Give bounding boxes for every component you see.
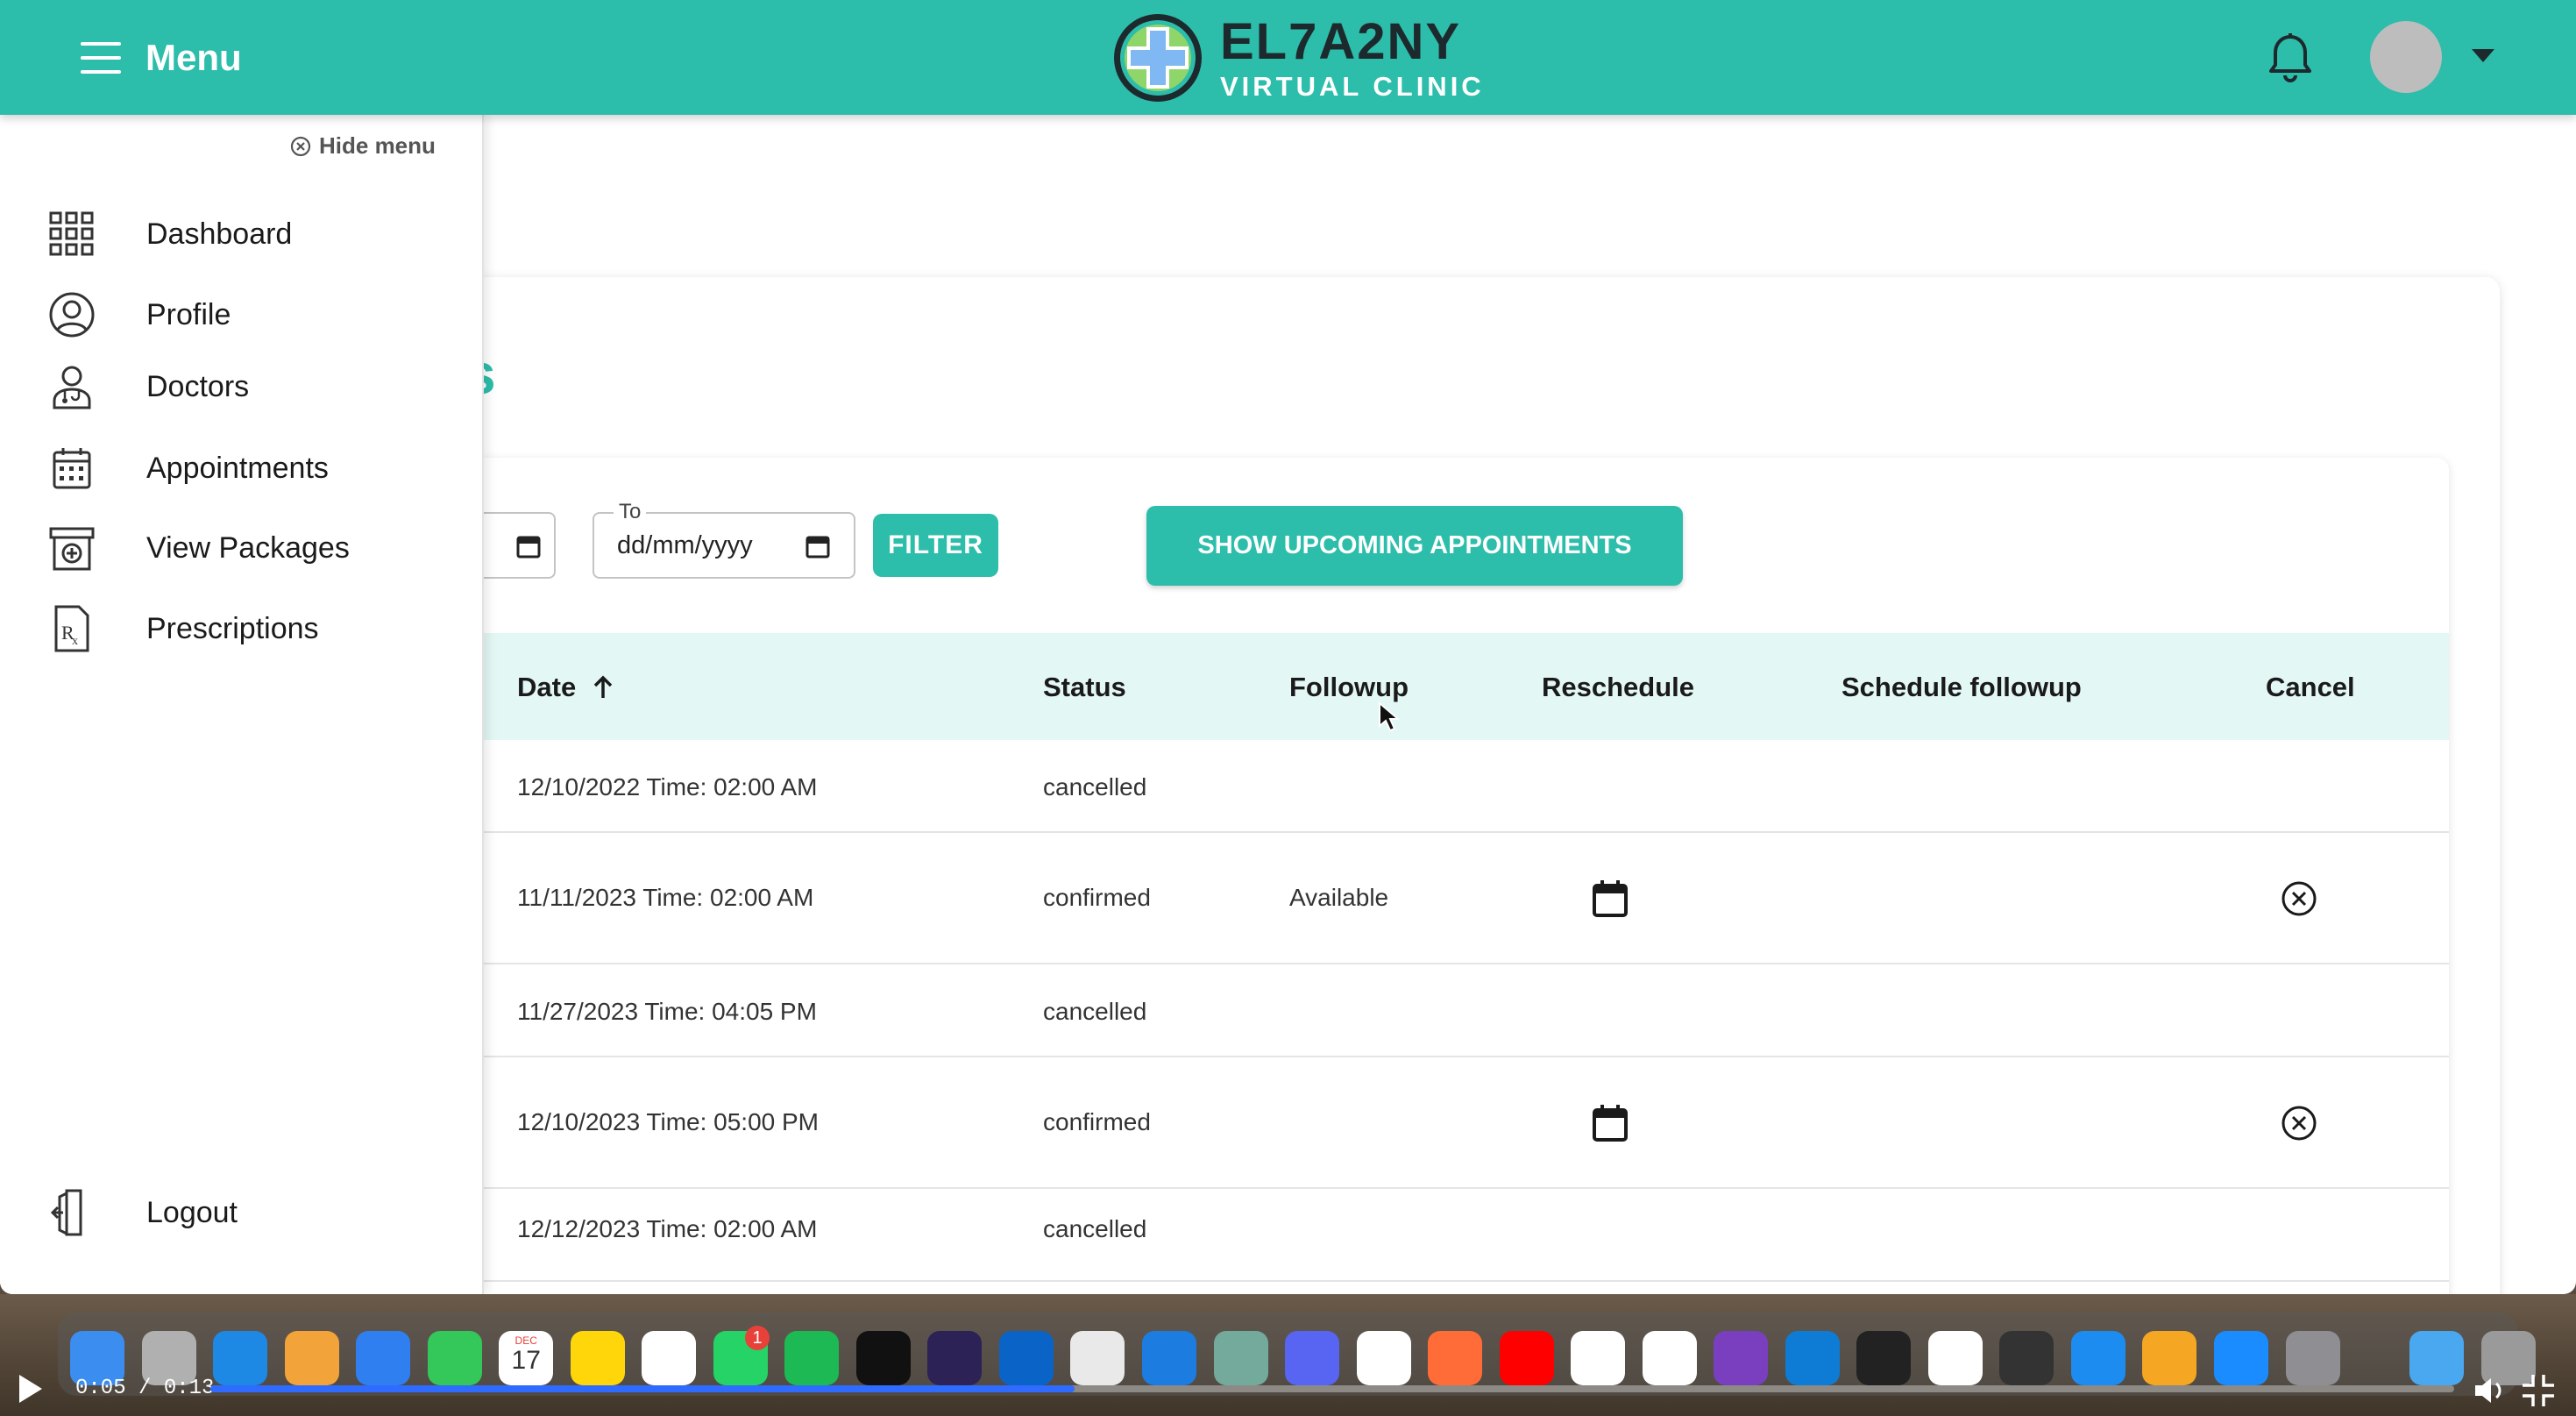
- reschedule-calendar-icon[interactable]: [1590, 879, 1630, 919]
- sort-ascending-icon[interactable]: [593, 675, 614, 700]
- menu-label: Menu: [145, 37, 242, 78]
- top-bar: Menu EL7A2NY VIRTUAL CLINIC: [0, 0, 2576, 115]
- appointment-status: confirmed: [1043, 884, 1151, 911]
- to-date-value: dd/mm/yyyy: [617, 531, 753, 559]
- table-row: 12/10/2022 Time: 02:00 AM cancelled: [484, 740, 2449, 833]
- hamburger-icon: [81, 40, 123, 75]
- sidebar-item-label: Profile: [146, 297, 231, 331]
- video-player-controls: 0:05 / 0:13: [0, 1364, 2576, 1416]
- brand-title: EL7A2NY: [1220, 12, 1462, 70]
- exit-fullscreen-icon[interactable]: [2519, 1371, 2558, 1410]
- appointment-status: confirmed: [1043, 1108, 1151, 1135]
- video-time: 0:05 / 0:13: [75, 1377, 215, 1400]
- reschedule-calendar-icon[interactable]: [1590, 1103, 1630, 1143]
- sidebar-item-label: Prescriptions: [146, 611, 319, 645]
- schedule-followup-column-header: Schedule followup: [1842, 672, 2082, 702]
- grid-icon: [49, 211, 94, 256]
- calendar-month: DEC: [514, 1334, 537, 1347]
- table-row: 11/27/2023 Time: 04:05 PM cancelled: [484, 964, 2449, 1057]
- sidebar-item-label: Appointments: [146, 451, 329, 485]
- package-icon: [49, 527, 95, 571]
- appointment-status: cancelled: [1043, 998, 1147, 1025]
- reschedule-column-header: Reschedule: [1542, 672, 1695, 702]
- volume-icon[interactable]: [2470, 1371, 2509, 1410]
- followup-status: Available: [1289, 884, 1389, 911]
- date-column-header[interactable]: Date: [517, 672, 614, 703]
- brand-logo-link[interactable]: EL7A2NY VIRTUAL CLINIC: [1111, 11, 1485, 105]
- sidebar-item-label: Doctors: [146, 369, 250, 403]
- brand-subtitle: VIRTUAL CLINIC: [1220, 70, 1485, 102]
- date-header-label: Date: [517, 672, 577, 702]
- clinic-cross-logo-icon: [1114, 14, 1202, 102]
- cancel-column-header: Cancel: [2266, 672, 2355, 702]
- logout-label: Logout: [146, 1195, 238, 1229]
- mouse-pointer-icon: [1379, 701, 1401, 732]
- sidebar-item-appointments[interactable]: Appointments: [47, 442, 329, 495]
- chevron-down-icon[interactable]: [2472, 49, 2494, 63]
- calendar-picker-icon[interactable]: [805, 533, 831, 559]
- table-row: 12/10/2023 Time: 05:00 PM confirmed: [484, 1057, 2449, 1189]
- hide-menu-button[interactable]: Hide menu: [289, 132, 436, 160]
- cancel-appointment-icon[interactable]: [2279, 879, 2319, 919]
- filter-button[interactable]: FILTER: [873, 514, 998, 577]
- sidebar-item-prescriptions[interactable]: R x Prescriptions: [47, 602, 319, 655]
- user-avatar[interactable]: [2370, 21, 2442, 93]
- svg-text:x: x: [72, 635, 78, 648]
- appointment-date: 12/10/2022 Time: 02:00 AM: [517, 773, 818, 801]
- calendar-icon: [53, 448, 91, 489]
- followup-column-header: Followup: [1289, 672, 1409, 702]
- sidebar-item-view-packages[interactable]: View Packages: [47, 522, 350, 574]
- appointment-date: 12/12/2023 Time: 02:00 AM: [517, 1215, 818, 1242]
- sidebar-item-doctors[interactable]: Doctors: [47, 360, 249, 413]
- to-date-field[interactable]: To dd/mm/yyyy: [593, 500, 855, 579]
- video-progress-fill: [210, 1385, 1075, 1392]
- table-row: 12/12/2023 Time: 02:00 AM cancelled: [484, 1189, 2449, 1282]
- calendar-picker-icon[interactable]: [515, 533, 542, 559]
- close-circle-icon: [290, 136, 311, 156]
- sidebar-item-label: Dashboard: [146, 217, 293, 251]
- appointment-status: cancelled: [1043, 1215, 1147, 1242]
- cancel-appointment-icon[interactable]: [2279, 1103, 2319, 1143]
- show-upcoming-appointments-button[interactable]: SHOW UPCOMING APPOINTMENTS: [1146, 506, 1683, 586]
- sidebar-item-profile[interactable]: Profile: [47, 288, 231, 341]
- prescription-icon: R x: [54, 605, 89, 652]
- table-row: 11/11/2023 Time: 02:00 AM confirmed Avai…: [484, 833, 2449, 964]
- sidebar-item-label: View Packages: [146, 530, 350, 565]
- logout-door-icon: [50, 1189, 82, 1236]
- sidebar-item-dashboard[interactable]: Dashboard: [47, 208, 292, 260]
- sidebar: Hide menu Dashboard Profile Doctors Appo…: [0, 115, 484, 1294]
- notification-bell-icon[interactable]: [2267, 32, 2314, 84]
- appointment-date: 12/10/2023 Time: 05:00 PM: [517, 1108, 819, 1135]
- video-progress-bar[interactable]: [210, 1385, 2454, 1392]
- appointments-table: Date Status Followup Reschedule Schedule…: [484, 633, 2449, 1294]
- table-header-row: Date Status Followup Reschedule Schedule…: [484, 633, 2449, 740]
- to-date-legend: To: [614, 500, 647, 524]
- hide-menu-label: Hide menu: [319, 132, 436, 159]
- play-icon[interactable]: [12, 1371, 47, 1406]
- doctor-icon: [53, 366, 91, 409]
- appointment-date: 11/11/2023 Time: 02:00 AM: [517, 884, 814, 911]
- appointment-status: cancelled: [1043, 773, 1147, 801]
- whatsapp-notification-badge: 1: [745, 1326, 770, 1350]
- app-window: Menu EL7A2NY VIRTUAL CLINIC ents: [0, 0, 2576, 1294]
- user-circle-icon: [49, 292, 95, 338]
- menu-toggle-button[interactable]: Menu: [81, 32, 242, 84]
- logout-button[interactable]: Logout: [47, 1186, 238, 1239]
- appointment-date: 11/27/2023 Time: 04:05 PM: [517, 998, 817, 1025]
- status-column-header: Status: [1043, 672, 1126, 702]
